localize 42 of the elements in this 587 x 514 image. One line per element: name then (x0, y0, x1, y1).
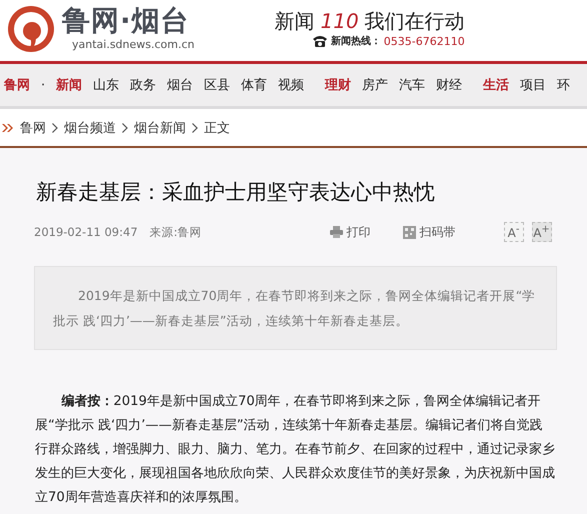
article-title: 新春走基层：采血护士用坚守表达心中热忱 (36, 179, 436, 206)
publish-date: 2019-02-11 09:47 (34, 225, 138, 239)
chevron-right-icon (52, 122, 58, 132)
phone-icon (312, 34, 328, 48)
nav-link[interactable]: 山东 (93, 76, 120, 94)
nav-link[interactable]: 汽车 (399, 76, 426, 94)
breadcrumb-link[interactable]: 鲁网 (20, 118, 46, 136)
logo-icon (6, 4, 56, 54)
nav-link[interactable]: 区县 (204, 76, 230, 94)
nav-link[interactable]: · (41, 78, 46, 92)
nav-link[interactable]: 房产 (362, 76, 388, 94)
nav-link[interactable]: 项目 (520, 76, 546, 94)
article-summary: 2019年是新中国成立70周年，在春节即将到来之际，鲁网全体编辑记者开展“学批示 践‘四力’——新春走基层”活动，连续第十年新春走基层。 (34, 266, 557, 350)
nav-link[interactable]: 新闻 (56, 76, 82, 94)
article-source: 来源:鲁网 (150, 224, 202, 240)
chevron-right-icon (122, 122, 128, 132)
nav-link[interactable]: 环 (557, 76, 570, 94)
toolbar-link[interactable]: 扫码带 (402, 224, 456, 240)
nav-link[interactable]: 政务 (130, 76, 156, 94)
font-size-button[interactable]: A$^{+}$ (532, 222, 552, 242)
nav-link[interactable]: 理财 (325, 76, 352, 94)
article-body: 编者按：2019年是新中国成立70周年，在春节即将到来之际，鲁网全体编辑记者开展“学批示 践‘四力’——新春走基层”活动，连续第十年新春走基层。编辑记者们将自觉践行群众路线，增强脚力、眼力、脑力、笔力。在春节前夕、在回家的过程中，通过记录家乡发生的巨大变化，展现祖国各地欣欣向荣、人民群众欢度佳节的美好景象，为庆祝新中国成立70周年营造喜庆祥和的浓厚氛围。 (35, 392, 555, 507)
chevron-right-icon (192, 122, 198, 132)
hotline-number: 0535-6762110 (384, 34, 465, 48)
printer-icon (330, 226, 343, 238)
font-size-button[interactable]: A$^{-}$ (504, 222, 524, 242)
toolbar-link[interactable]: 打印 (330, 224, 371, 240)
site-name: 鲁网·烟台 (62, 4, 190, 38)
slogan: 新闻 110 我们在行动 (274, 8, 465, 34)
hotline-label: 新闻热线： (330, 34, 381, 48)
site-url: yantai.sdnews.com.cn (72, 38, 195, 51)
breadcrumb-link[interactable]: 烟台频道 (64, 118, 116, 136)
breadcrumb-link[interactable]: 烟台新闻 (134, 118, 186, 136)
nav-link[interactable]: 鲁网 (4, 76, 30, 94)
nav-link[interactable]: 体育 (241, 76, 268, 94)
breadcrumb-link[interactable]: 正文 (204, 118, 230, 136)
nav-link[interactable]: 财经 (436, 76, 462, 94)
nav-link[interactable]: 生活 (483, 76, 510, 94)
nav-link[interactable]: 视频 (278, 76, 304, 94)
nav-link[interactable]: 烟台 (167, 76, 194, 94)
chevron-icon (2, 124, 14, 132)
qr-code-icon (402, 226, 416, 238)
